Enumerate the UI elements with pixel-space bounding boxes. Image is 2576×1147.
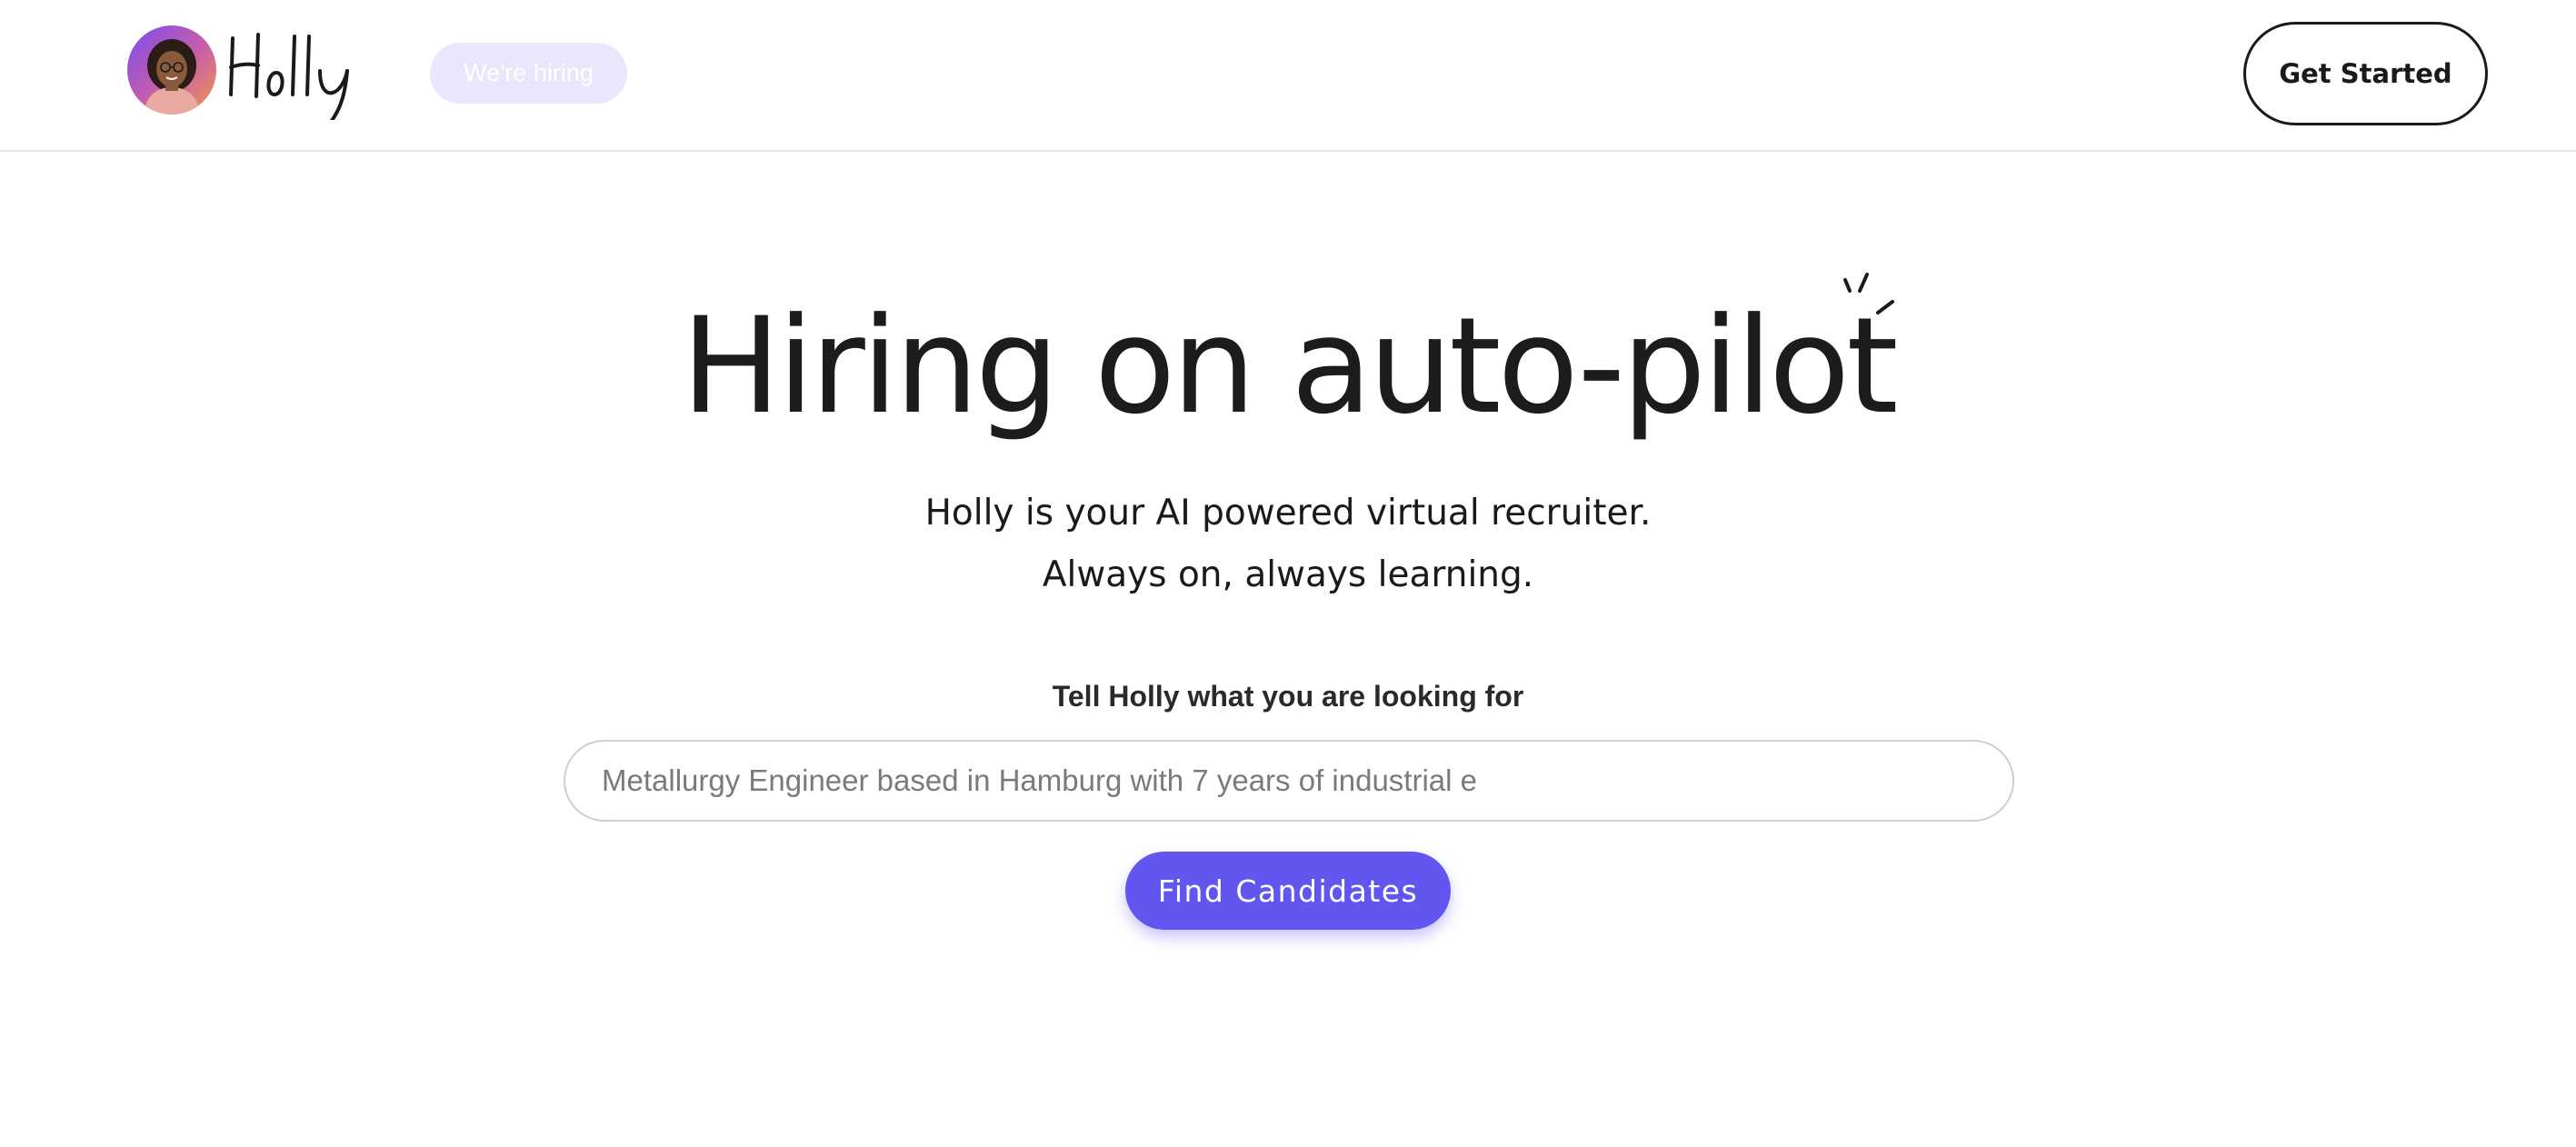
avatar [127, 25, 216, 115]
top-nav: We're hiring Get Started [0, 0, 2576, 152]
brand-logo[interactable] [127, 20, 360, 120]
hero-title: Hiring on auto-pilot [681, 289, 1898, 444]
search-label: Tell Holly what you are looking for [1052, 680, 1524, 713]
search-input[interactable] [564, 740, 2014, 822]
find-candidates-button[interactable]: Find Candidates [1125, 852, 1451, 930]
sparkle-icon [1843, 273, 1894, 314]
hero-subtitle-line-1: Holly is your AI powered virtual recruit… [924, 493, 1652, 534]
hero-subtitle-line-2: Always on, always learning. [1042, 554, 1534, 595]
were-hiring-badge[interactable]: We're hiring [430, 43, 627, 104]
get-started-button[interactable]: Get Started [2243, 22, 2488, 125]
brand-wordmark [224, 20, 360, 120]
